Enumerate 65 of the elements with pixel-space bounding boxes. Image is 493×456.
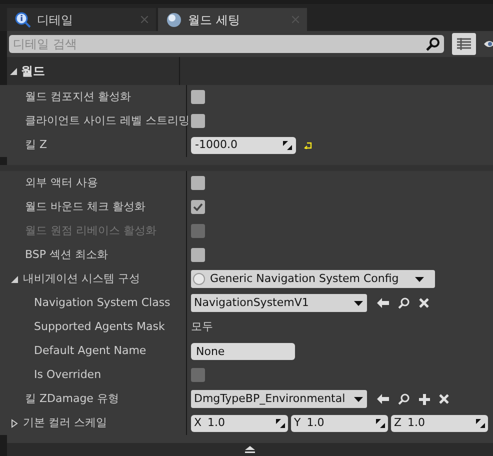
axis-value: 1.0 (306, 414, 324, 431)
vector-component-field[interactable]: X 1.0 (191, 414, 288, 432)
axis-value: 1.0 (208, 414, 226, 431)
property-label: BSP 섹션 최소화 (25, 246, 108, 263)
axis-label: Z (394, 414, 402, 431)
property-label: 내비게이션 시스템 구성 (23, 270, 140, 287)
checkbox[interactable] (191, 248, 205, 262)
search-icon[interactable] (398, 393, 410, 405)
search-icon[interactable] (426, 37, 440, 51)
tab-label: 디테일 (37, 12, 74, 28)
vector-component-field[interactable]: Z 1.0 (391, 414, 488, 432)
search-icon[interactable] (398, 297, 410, 309)
property-label: 월드 바운드 체크 활성화 (25, 198, 146, 215)
property-label: 외부 액터 사용 (25, 174, 98, 191)
input-field[interactable]: None (191, 342, 295, 360)
property-label: 클라이언트 사이드 레벨 스트리밍 (25, 112, 190, 129)
collapse-arrow-icon[interactable] (245, 446, 255, 453)
drag-handle-icon[interactable] (276, 418, 285, 428)
property-label: 기본 컬러 스케일 (23, 414, 107, 431)
checkmark-icon (193, 203, 203, 211)
property-label: Default Agent Name (34, 342, 146, 359)
caret-icon (354, 300, 363, 306)
axis-value: 1.0 (408, 414, 426, 431)
info-magnifier-icon (15, 12, 31, 28)
axis-label: Y (294, 414, 301, 431)
search-placeholder: 디테일 검색 (13, 36, 78, 53)
reset-arrow-icon[interactable] (304, 142, 312, 148)
tab[interactable]: 월드 세팅 (158, 8, 307, 31)
class-dropdown[interactable]: DmgTypeBP_Environmental (191, 390, 367, 408)
vector-component-field[interactable]: Y 1.0 (291, 414, 388, 432)
axis-label: X (194, 414, 202, 431)
expanded-arrow-icon[interactable] (10, 68, 17, 74)
property-label: Navigation System Class (34, 294, 170, 311)
left-arrow-icon[interactable] (377, 394, 389, 404)
section-title: 월드 (21, 63, 45, 80)
value-text: 모두 (191, 318, 213, 335)
caret-icon (415, 276, 424, 282)
checkbox[interactable] (191, 90, 205, 104)
plus-icon[interactable] (419, 394, 430, 404)
drag-handle-icon[interactable] (376, 418, 385, 428)
number-field[interactable]: -1000.0 (191, 136, 296, 154)
number-value: -1000.0 (195, 136, 238, 153)
tab[interactable]: 디테일 (7, 8, 156, 31)
checkbox[interactable] (191, 176, 205, 190)
property-label: 킬 Z (25, 136, 48, 153)
grid-view-button[interactable] (452, 33, 476, 55)
property-label: Is Overriden (34, 366, 102, 383)
expanded-arrow-icon[interactable] (11, 276, 18, 282)
property-label: Supported Agents Mask (34, 318, 165, 335)
checkbox[interactable] (191, 200, 205, 214)
checkbox[interactable] (191, 114, 205, 128)
collapsed-arrow-icon[interactable] (11, 418, 18, 428)
class-dropdown[interactable]: NavigationSystemV1 (191, 294, 367, 312)
dropdown[interactable]: Generic Navigation System Config (191, 270, 435, 288)
eye-icon[interactable] (484, 39, 493, 49)
property-label: 킬 ZDamage 유형 (25, 390, 119, 407)
drag-handle-icon[interactable] (476, 418, 485, 428)
property-label: 월드 컴포지션 활성화 (25, 88, 131, 105)
grid-icon (457, 38, 471, 50)
property-label: 월드 원점 리베이스 활성화 (25, 222, 156, 239)
left-arrow-icon[interactable] (377, 298, 389, 308)
caret-icon (354, 396, 363, 402)
tab-label: 월드 세팅 (188, 12, 241, 28)
drag-handle-icon[interactable] (283, 140, 292, 150)
globe-icon (166, 12, 182, 28)
